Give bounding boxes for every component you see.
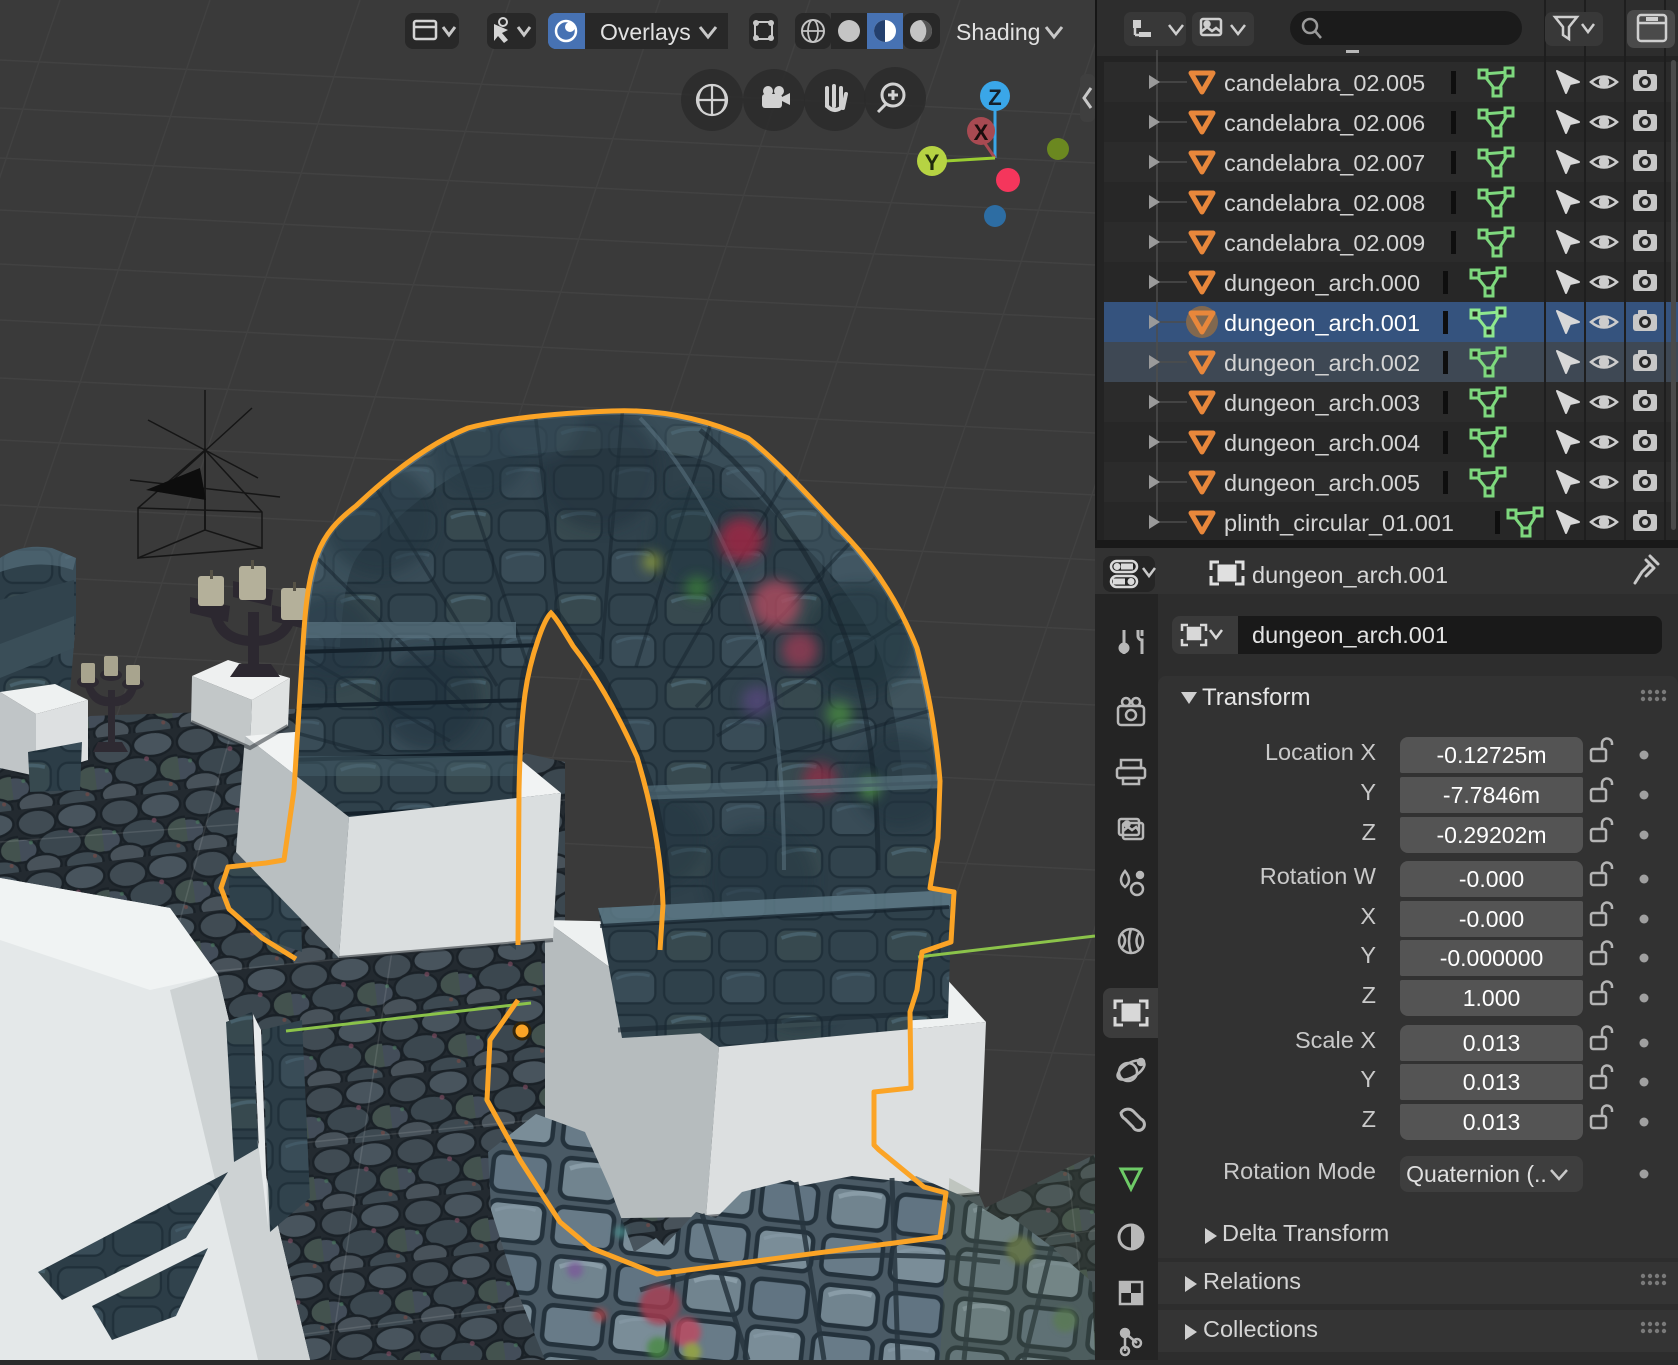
svg-text:X: X bbox=[974, 120, 989, 145]
svg-text:Z: Z bbox=[988, 85, 1001, 110]
svg-text:Y: Y bbox=[925, 150, 940, 175]
svg-text:Overlays: Overlays bbox=[600, 19, 691, 45]
svg-text:Shading: Shading bbox=[956, 19, 1040, 45]
